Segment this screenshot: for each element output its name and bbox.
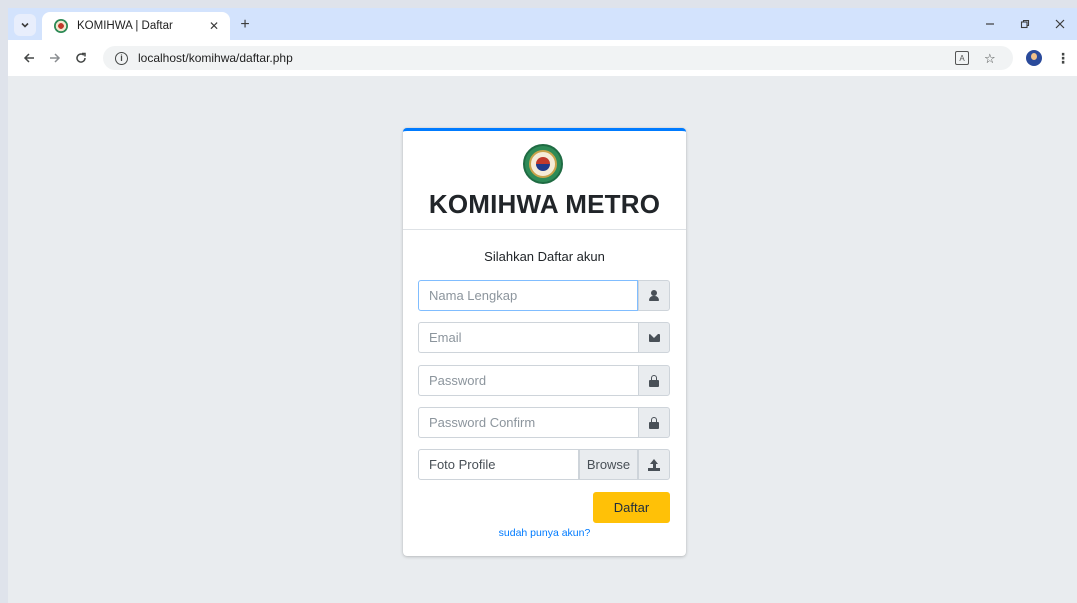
page-background: KOMIHWA METRO Silahkan Daftar akun Nama … bbox=[8, 76, 1077, 603]
new-tab-button[interactable]: + bbox=[234, 14, 256, 36]
password-input-group bbox=[418, 365, 670, 396]
lock-icon bbox=[649, 416, 659, 429]
address-bar[interactable]: i localhost/komihwa/daftar.php bbox=[103, 46, 1013, 70]
active-tab[interactable]: KOMIHWA | Daftar ✕ bbox=[42, 12, 230, 40]
email-input-group bbox=[418, 322, 670, 353]
back-button[interactable] bbox=[20, 49, 38, 67]
card-header: KOMIHWA METRO bbox=[403, 131, 686, 230]
email-input[interactable] bbox=[418, 322, 638, 353]
photo-upload-group: Foto Profile Browse bbox=[418, 449, 670, 480]
minimize-icon bbox=[986, 23, 994, 25]
name-input-group bbox=[418, 280, 670, 311]
url-text: localhost/komihwa/daftar.php bbox=[138, 51, 293, 65]
kebab-menu-icon[interactable]: ⋮ bbox=[1056, 50, 1070, 66]
forward-button[interactable] bbox=[46, 49, 64, 67]
password-confirm-input-group bbox=[418, 407, 670, 438]
minimize-button[interactable] bbox=[979, 14, 1001, 34]
register-card: KOMIHWA METRO Silahkan Daftar akun Nama … bbox=[403, 128, 686, 556]
tab-title: KOMIHWA | Daftar bbox=[77, 20, 173, 32]
restore-button[interactable] bbox=[1014, 14, 1036, 34]
avatar[interactable] bbox=[1026, 50, 1042, 66]
login-link[interactable]: sudah punya akun? bbox=[403, 527, 686, 539]
tab-strip: KOMIHWA | Daftar ✕ + bbox=[8, 8, 1077, 40]
favicon-icon bbox=[54, 19, 68, 33]
password-confirm-addon bbox=[638, 407, 670, 438]
close-window-button[interactable] bbox=[1049, 14, 1071, 34]
reload-icon bbox=[76, 52, 86, 63]
star-icon[interactable]: ☆ bbox=[984, 51, 996, 67]
photo-file-input[interactable]: Foto Profile bbox=[418, 449, 579, 480]
info-icon[interactable]: i bbox=[115, 51, 128, 65]
reload-button[interactable] bbox=[72, 49, 90, 67]
email-addon bbox=[638, 322, 670, 353]
lock-icon bbox=[649, 374, 659, 387]
password-addon bbox=[638, 365, 670, 396]
komihwa-logo bbox=[523, 144, 563, 184]
logo-ring bbox=[529, 150, 557, 178]
upload-icon bbox=[648, 458, 660, 471]
upload-addon bbox=[638, 449, 670, 480]
register-subtitle: Silahkan Daftar akun bbox=[484, 249, 605, 264]
restore-icon bbox=[1020, 19, 1030, 29]
forward-icon bbox=[50, 53, 61, 63]
brand-title: KOMIHWA METRO bbox=[428, 189, 661, 219]
password-confirm-input[interactable] bbox=[418, 407, 638, 438]
tab-search-button[interactable] bbox=[14, 14, 36, 36]
browse-button[interactable]: Browse bbox=[579, 449, 638, 480]
envelope-icon bbox=[648, 333, 660, 342]
browser-toolbar: i localhost/komihwa/daftar.php A ☆ ⋮ bbox=[8, 40, 1077, 76]
chevron-down-icon bbox=[21, 22, 29, 28]
close-window-icon bbox=[1055, 19, 1065, 29]
logo-emblem bbox=[536, 157, 550, 171]
user-icon bbox=[649, 290, 659, 301]
password-input[interactable] bbox=[418, 365, 638, 396]
translate-icon[interactable]: A bbox=[955, 51, 969, 65]
daftar-button[interactable]: Daftar bbox=[593, 492, 670, 523]
name-input[interactable] bbox=[418, 280, 638, 311]
name-addon bbox=[638, 280, 670, 311]
close-icon[interactable]: ✕ bbox=[206, 19, 222, 33]
back-icon bbox=[23, 53, 34, 63]
